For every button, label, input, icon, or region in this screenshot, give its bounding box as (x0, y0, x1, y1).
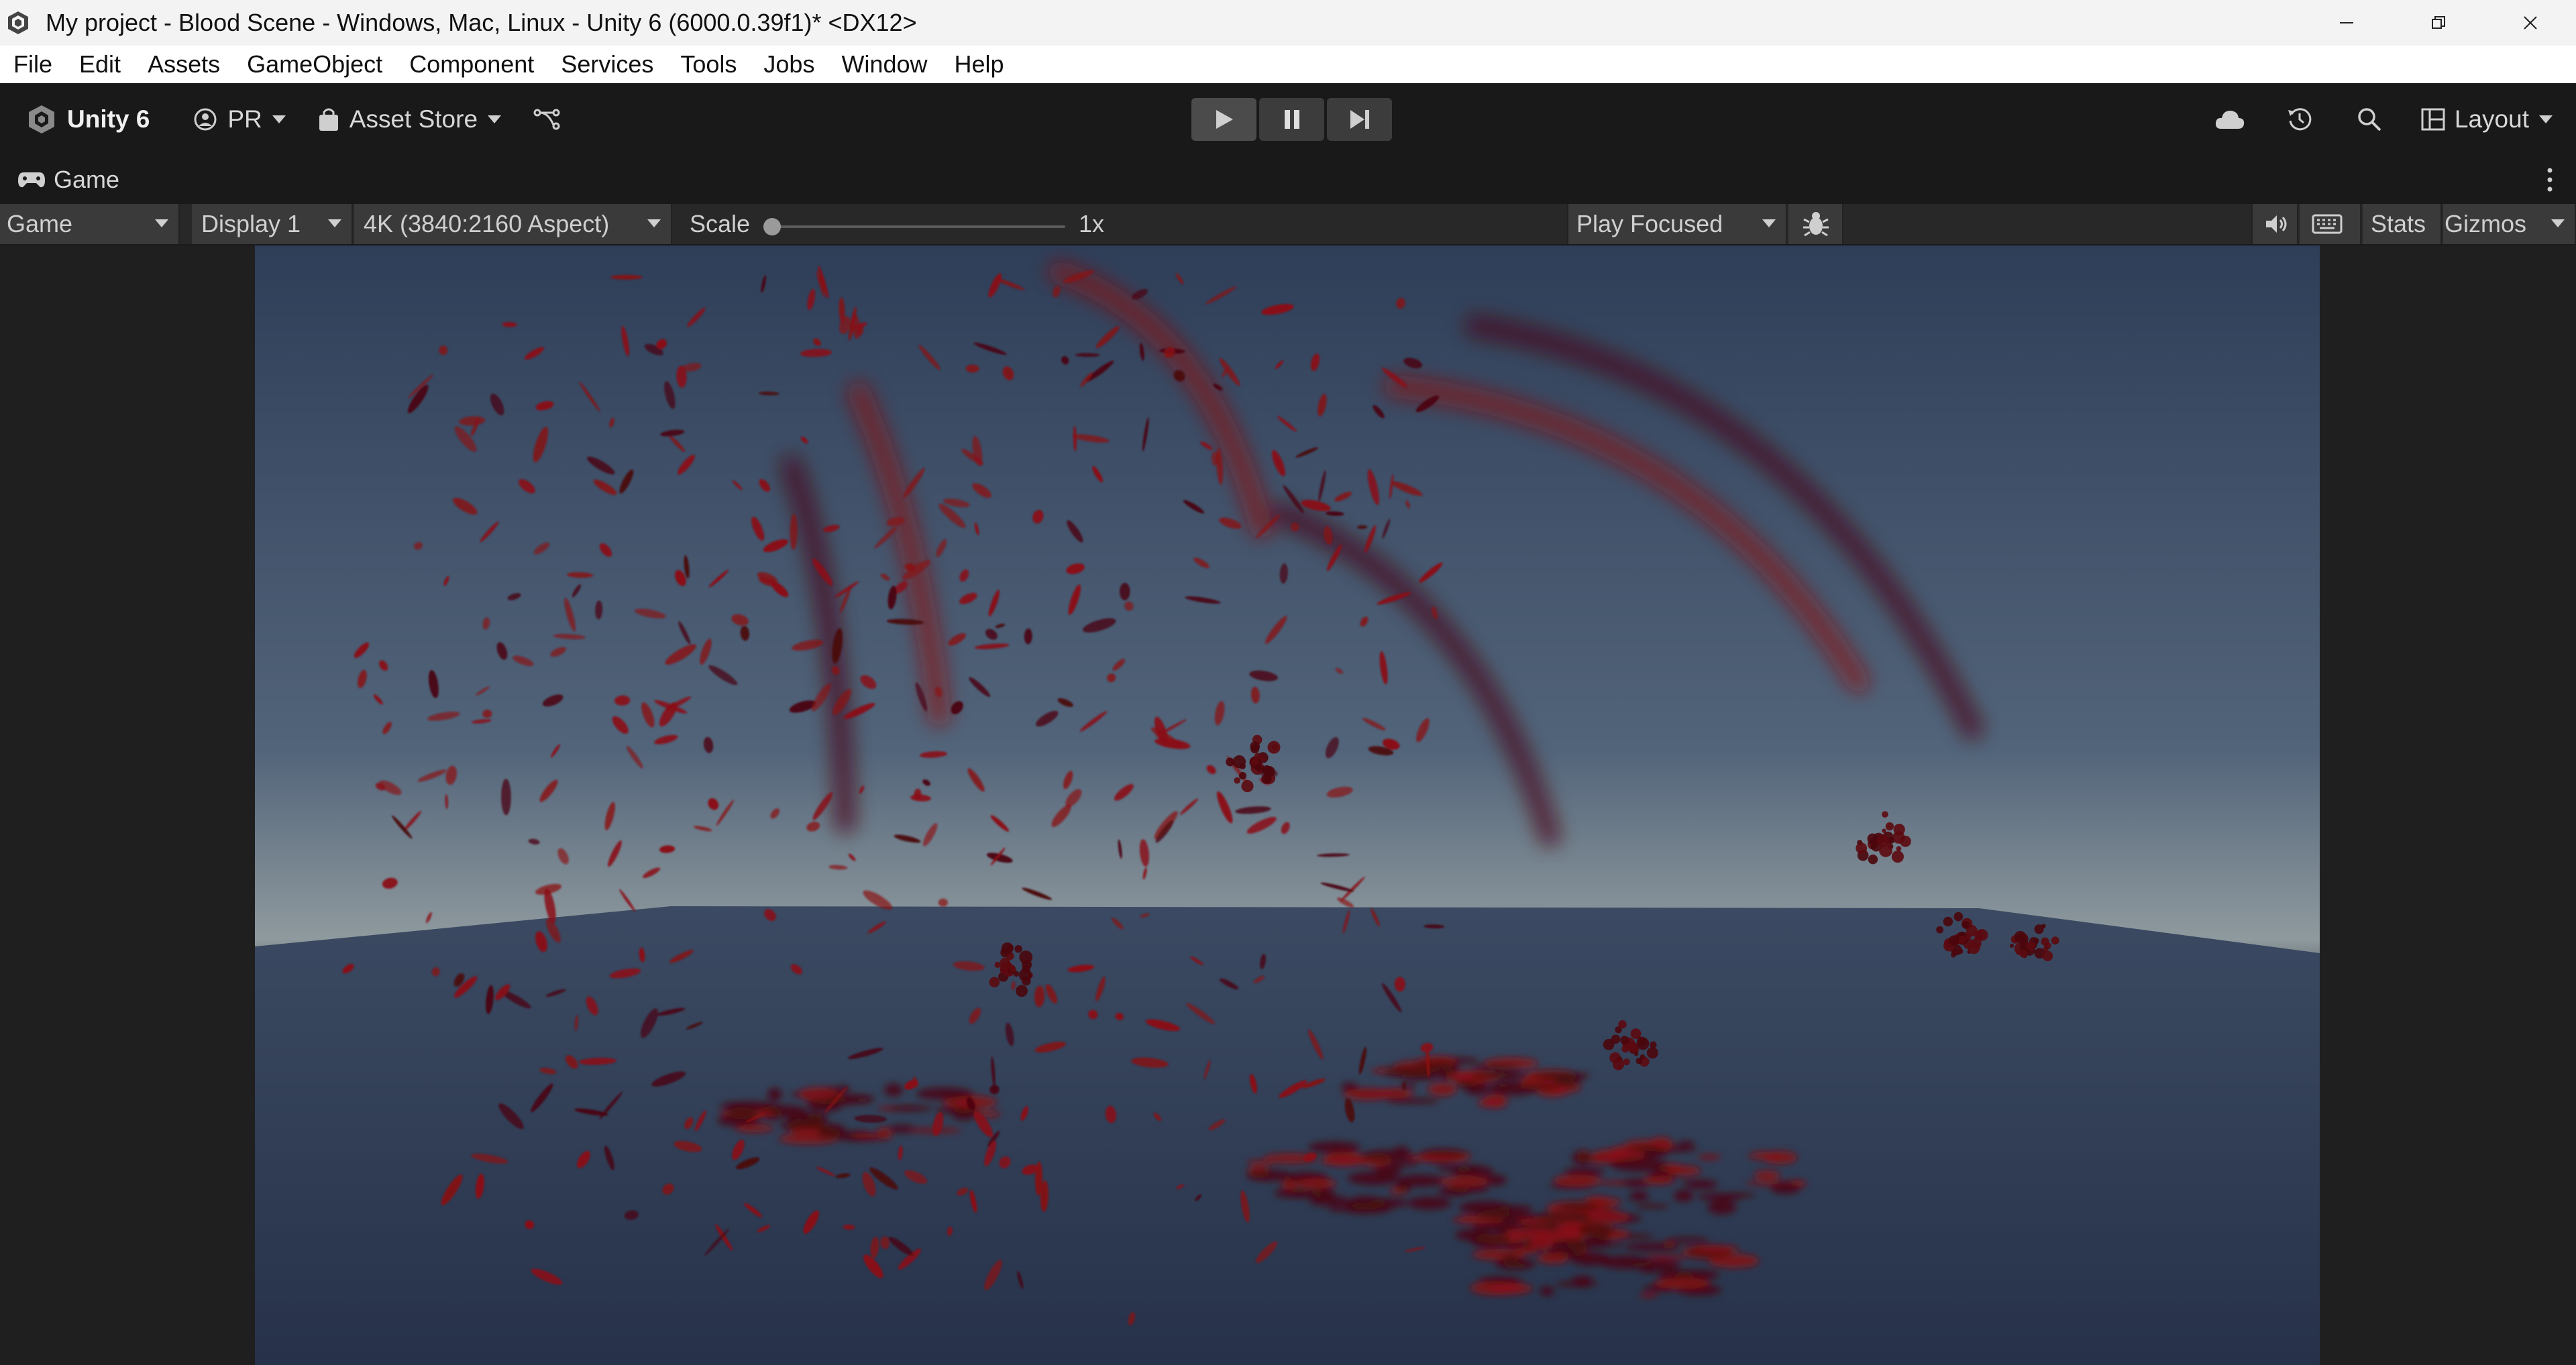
menu-help[interactable]: Help (941, 46, 1018, 83)
chevron-down-icon (1762, 219, 1776, 227)
game-view-render[interactable] (255, 245, 2320, 1365)
bug-icon (1803, 212, 1829, 237)
unity-version-button[interactable]: Unity 6 (16, 98, 159, 141)
pause-icon (1284, 110, 1299, 129)
gamepad-icon (18, 172, 45, 188)
chevron-down-icon (155, 219, 168, 227)
shopping-bag-icon (319, 108, 338, 131)
menu-bar: File Edit Assets GameObject Component Se… (0, 46, 2576, 84)
account-label: PR (227, 105, 262, 133)
play-mode-dropdown[interactable]: Play Focused (1567, 204, 1787, 244)
unity-cube-icon (29, 105, 54, 133)
layout-dropdown[interactable]: Layout (2416, 98, 2559, 141)
window-title: My project - Blood Scene - Windows, Mac,… (46, 9, 917, 36)
resolution-label: 4K (3840:2160 Aspect) (364, 210, 610, 237)
ground-plane (255, 906, 2320, 1365)
menu-file[interactable]: File (0, 46, 66, 83)
main-toolbar: Unity 6 PR Asset Store Layout (0, 83, 2576, 156)
gizmos-button[interactable]: Gizmos (2443, 204, 2576, 244)
close-icon (2523, 16, 2537, 30)
display-dropdown[interactable]: Display 1 (192, 204, 353, 244)
play-icon (1216, 110, 1233, 129)
unity-version-label: Unity 6 (67, 105, 150, 133)
play-mode-label: Play Focused (1576, 210, 1723, 237)
menu-jobs[interactable]: Jobs (750, 46, 828, 83)
tab-strip: Game (0, 156, 2576, 204)
cloud-button[interactable] (2206, 98, 2253, 141)
minimize-button[interactable] (2300, 0, 2392, 46)
tab-game[interactable]: Game (17, 156, 119, 204)
chevron-down-icon (2539, 115, 2553, 123)
layout-label: Layout (2454, 105, 2529, 133)
chevron-down-icon (2551, 219, 2565, 227)
step-button[interactable] (1327, 98, 1392, 141)
menu-window[interactable]: Window (828, 46, 941, 83)
restore-icon (2431, 16, 2445, 29)
account-icon (194, 108, 217, 131)
tab-game-label: Game (54, 166, 120, 193)
display-label: Display 1 (201, 210, 301, 237)
chevron-down-icon (647, 219, 661, 227)
close-button[interactable] (2484, 0, 2576, 46)
version-control-icon (533, 109, 560, 130)
account-dropdown[interactable]: PR (183, 98, 295, 141)
play-button[interactable] (1191, 98, 1256, 141)
history-icon (2288, 108, 2312, 131)
game-view-toolbar: Game Display 1 4K (3840:2160 Aspect) Sca… (0, 204, 2576, 245)
gizmos-label: Gizmos (2445, 210, 2527, 237)
menu-tools[interactable]: Tools (667, 46, 750, 83)
view-type-label: Game (7, 210, 73, 237)
menu-gameobject[interactable]: GameObject (233, 46, 396, 83)
resolution-dropdown[interactable]: 4K (3840:2160 Aspect) (354, 204, 672, 244)
chevron-down-icon (272, 115, 286, 123)
scale-label: Scale (690, 210, 751, 237)
keyboard-icon (2312, 214, 2343, 234)
kebab-menu-icon[interactable] (2540, 165, 2560, 195)
scale-slider-thumb[interactable] (763, 218, 781, 235)
title-bar: My project - Blood Scene - Windows, Mac,… (0, 0, 2576, 46)
version-control-button[interactable] (523, 98, 570, 141)
menu-services[interactable]: Services (547, 46, 667, 83)
scale-slider-track[interactable] (770, 225, 1065, 228)
view-type-dropdown[interactable]: Game (0, 204, 180, 244)
step-icon (1350, 110, 1369, 129)
pause-button[interactable] (1259, 98, 1324, 141)
chevron-down-icon (488, 115, 502, 123)
chevron-down-icon (328, 219, 341, 227)
scale-value: 1x (1079, 210, 1105, 237)
menu-edit[interactable]: Edit (66, 46, 134, 83)
restore-button[interactable] (2392, 0, 2484, 46)
search-icon (2358, 108, 2381, 131)
keyboard-shortcuts-button[interactable] (2300, 204, 2361, 244)
mute-audio-button[interactable] (2251, 204, 2298, 244)
stats-button[interactable]: Stats (2363, 204, 2442, 244)
search-button[interactable] (2346, 98, 2393, 141)
history-button[interactable] (2276, 98, 2323, 141)
cloud-icon (2215, 111, 2245, 129)
blood-scene-render (255, 245, 2320, 1365)
unity-logo-icon (8, 11, 28, 34)
speaker-icon (2266, 215, 2287, 233)
asset-store-label: Asset Store (349, 105, 478, 133)
menu-assets[interactable]: Assets (134, 46, 233, 83)
minimize-icon (2339, 22, 2353, 23)
layout-icon (2421, 108, 2445, 131)
asset-store-dropdown[interactable]: Asset Store (308, 98, 511, 141)
menu-component[interactable]: Component (396, 46, 547, 83)
debug-button[interactable] (1788, 204, 1843, 244)
